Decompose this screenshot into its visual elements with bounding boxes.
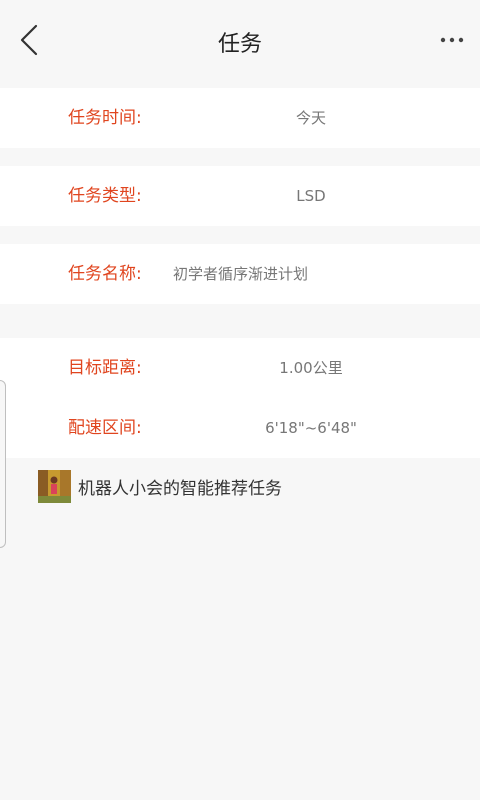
task-time-value: 今天 (295, 109, 326, 127)
target-distance-value: 1.00公里 (279, 359, 343, 377)
task-type-value: LSD (296, 187, 326, 205)
task-type-label: 任务类型: (68, 186, 142, 206)
row-task-time: 任务时间: 今天 (0, 88, 480, 148)
row-task-name: 任务名称: 初学者循序渐进计划 (0, 244, 480, 304)
runner-image-icon (38, 470, 71, 503)
task-name-label: 任务名称: (68, 264, 142, 284)
recommend-text: 机器人小会的智能推荐任务 (78, 479, 282, 499)
recommend-thumbnail (38, 470, 71, 503)
row-pace-range: 配速区间: 6'18"~6'48" (0, 398, 480, 458)
page-title: 任务 (217, 32, 262, 57)
app-screen: 任务 任务时间: 今天 任务类型: LSD 任务名称: 初学者循序渐进计划 目标… (0, 0, 480, 800)
pace-range-value: 6'18"~6'48" (265, 419, 357, 437)
task-time-label: 任务时间: (68, 108, 142, 128)
row-task-type: 任务类型: LSD (0, 166, 480, 226)
more-button[interactable] (438, 28, 468, 52)
top-bar: 任务 (0, 0, 480, 80)
task-name-value: 初学者循序渐进计划 (173, 265, 309, 283)
more-horizontal-icon (440, 37, 464, 43)
side-drawer-handle[interactable] (0, 380, 6, 548)
target-distance-label: 目标距离: (68, 358, 142, 378)
pace-range-label: 配速区间: (68, 418, 142, 438)
row-target-distance: 目标距离: 1.00公里 (0, 338, 480, 398)
recommend-banner[interactable]: 机器人小会的智能推荐任务 (38, 470, 458, 504)
